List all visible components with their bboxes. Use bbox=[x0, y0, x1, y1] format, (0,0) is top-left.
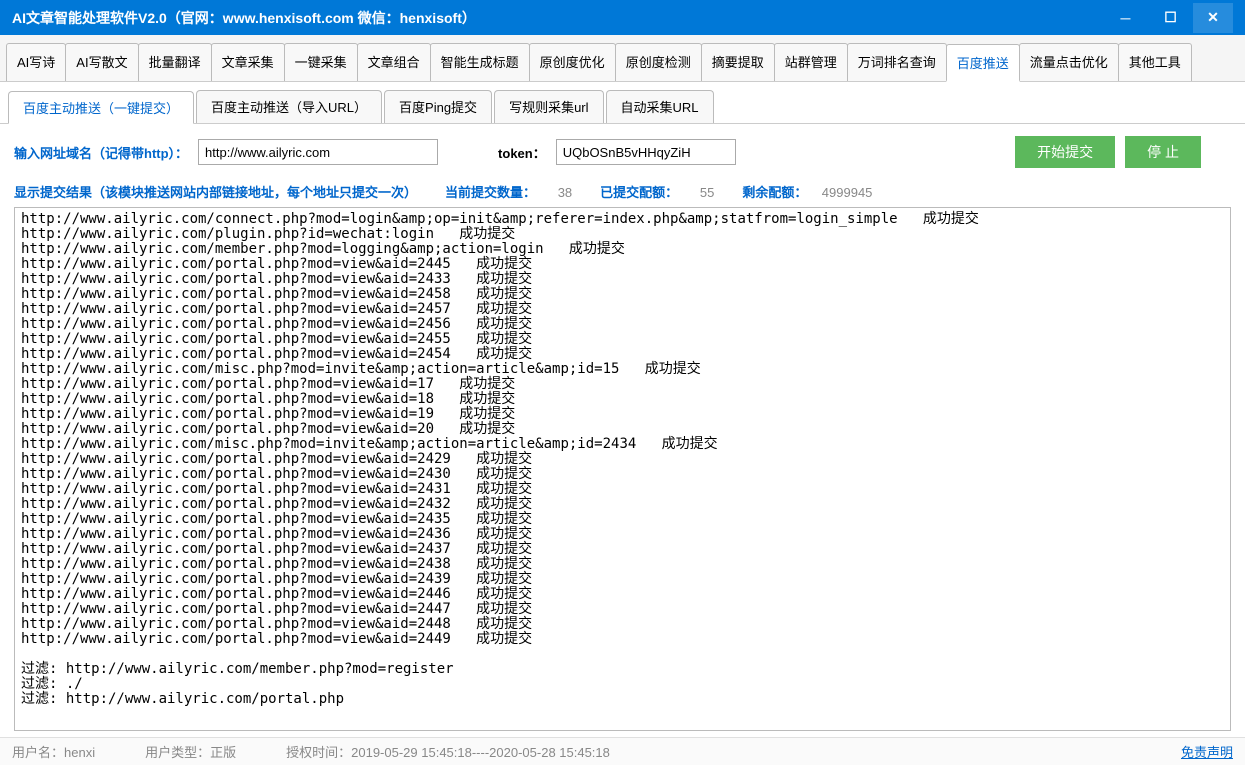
username-label: 用户名： bbox=[12, 745, 64, 760]
main-tab-9[interactable]: 摘要提取 bbox=[701, 43, 775, 81]
close-button[interactable]: ✕ bbox=[1193, 3, 1233, 33]
auth-value: 2019-05-29 15:45:18----2020-05-28 15:45:… bbox=[351, 745, 610, 760]
main-tab-10[interactable]: 站群管理 bbox=[774, 43, 848, 81]
url-label: 输入网址域名（记得带http）： bbox=[14, 143, 188, 162]
token-input[interactable] bbox=[556, 139, 736, 165]
main-tab-3[interactable]: 文章采集 bbox=[211, 43, 285, 81]
sub-tab-4[interactable]: 自动采集URL bbox=[606, 90, 714, 123]
status-bar: 用户名：henxi 用户类型：正版 授权时间：2019-05-29 15:45:… bbox=[0, 737, 1245, 765]
sub-tabs: 百度主动推送（一键提交）百度主动推送（导入URL）百度Ping提交写规则采集ur… bbox=[0, 82, 1245, 124]
main-tab-2[interactable]: 批量翻译 bbox=[138, 43, 212, 81]
input-row: 输入网址域名（记得带http）： token： 开始提交 停 止 bbox=[14, 136, 1231, 168]
main-tab-11[interactable]: 万词排名查询 bbox=[847, 43, 947, 81]
usertype-label: 用户类型： bbox=[145, 745, 210, 760]
current-count-label: 当前提交数量： bbox=[445, 185, 536, 200]
result-label: 显示提交结果（该模块推送网站内部链接地址，每个地址只提交一次） bbox=[14, 182, 417, 201]
token-label: token： bbox=[498, 143, 546, 162]
usertype-value: 正版 bbox=[210, 745, 236, 760]
url-input[interactable] bbox=[198, 139, 438, 165]
main-tab-7[interactable]: 原创度优化 bbox=[529, 43, 616, 81]
stats-row: 显示提交结果（该模块推送网站内部链接地址，每个地址只提交一次） 当前提交数量： … bbox=[14, 182, 1231, 201]
start-button[interactable]: 开始提交 bbox=[1015, 136, 1115, 168]
sub-tab-0[interactable]: 百度主动推送（一键提交） bbox=[8, 91, 194, 124]
current-count-value: 38 bbox=[558, 185, 572, 200]
sub-tab-3[interactable]: 写规则采集url bbox=[494, 90, 603, 123]
stop-button[interactable]: 停 止 bbox=[1125, 136, 1201, 168]
main-tab-14[interactable]: 其他工具 bbox=[1118, 43, 1192, 81]
main-tab-12[interactable]: 百度推送 bbox=[946, 44, 1020, 82]
main-tab-8[interactable]: 原创度检测 bbox=[615, 43, 702, 81]
remaining-quota-label: 剩余配额： bbox=[742, 185, 807, 200]
sub-tab-2[interactable]: 百度Ping提交 bbox=[384, 90, 492, 123]
sub-tab-1[interactable]: 百度主动推送（导入URL） bbox=[196, 90, 382, 123]
main-tab-13[interactable]: 流量点击优化 bbox=[1019, 43, 1119, 81]
submitted-quota-value: 55 bbox=[700, 185, 714, 200]
main-tab-6[interactable]: 智能生成标题 bbox=[430, 43, 530, 81]
username-value: henxi bbox=[64, 745, 95, 760]
main-tab-1[interactable]: AI写散文 bbox=[65, 43, 138, 81]
main-tab-5[interactable]: 文章组合 bbox=[357, 43, 431, 81]
main-tabs: AI写诗AI写散文批量翻译文章采集一键采集文章组合智能生成标题原创度优化原创度检… bbox=[0, 35, 1245, 82]
main-tab-0[interactable]: AI写诗 bbox=[6, 43, 66, 81]
titlebar: AI文章智能处理软件V2.0（官网：www.henxisoft.com 微信：h… bbox=[0, 0, 1245, 35]
log-output[interactable]: http://www.ailyric.com/connect.php?mod=l… bbox=[14, 207, 1231, 731]
remaining-quota-value: 4999945 bbox=[822, 185, 873, 200]
disclaimer-link[interactable]: 免责声明 bbox=[1181, 742, 1233, 761]
window-title: AI文章智能处理软件V2.0（官网：www.henxisoft.com 微信：h… bbox=[12, 8, 1103, 28]
maximize-button[interactable]: ☐ bbox=[1148, 3, 1193, 33]
submitted-quota-label: 已提交配额： bbox=[600, 185, 678, 200]
auth-label: 授权时间： bbox=[286, 745, 351, 760]
main-tab-4[interactable]: 一键采集 bbox=[284, 43, 358, 81]
minimize-button[interactable]: ─ bbox=[1103, 3, 1148, 33]
